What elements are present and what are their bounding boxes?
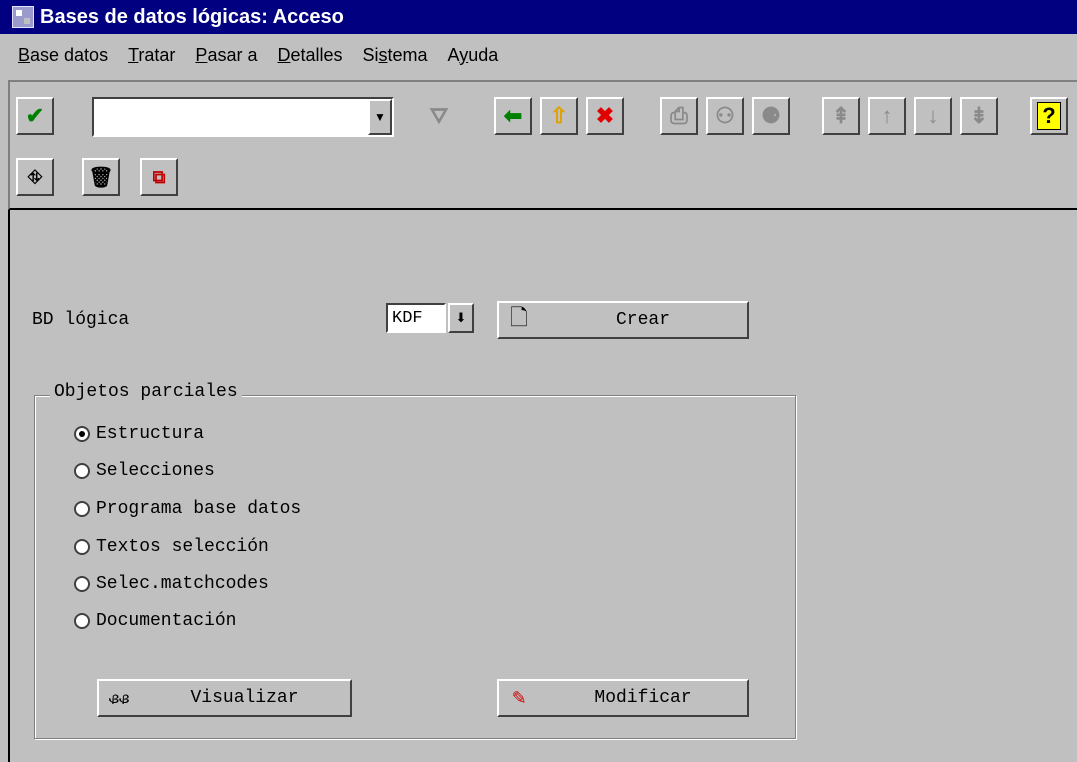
arrow-up-icon: ⇧ — [549, 103, 569, 128]
menu-pasar-a[interactable]: Pasar a — [195, 45, 257, 66]
radio-selecciones[interactable]: Selecciones — [74, 461, 215, 481]
group-title: Objetos parciales — [50, 382, 242, 402]
hierarchy-button[interactable]: ⛗ — [16, 158, 54, 196]
menu-detalles[interactable]: Detalles — [277, 45, 342, 66]
save-icon: ⛛ — [429, 103, 449, 128]
radio-button[interactable] — [74, 463, 90, 479]
next-page-icon: ↓ — [927, 103, 939, 128]
enter-check-button[interactable]: ✔ — [16, 97, 54, 135]
close-icon: ✖ — [595, 103, 615, 128]
copy-button[interactable]: ⧉ — [140, 158, 178, 196]
modify-button[interactable]: ✎ Modificar — [497, 679, 749, 717]
binoculars-icon: ⚇ — [715, 103, 735, 128]
command-dropdown-button[interactable]: ▼ — [368, 99, 392, 135]
print-button[interactable]: ⎙ — [660, 97, 698, 135]
window-title: Bases de datos lógicas: Acceso — [40, 5, 344, 28]
copy-icon: ⧉ — [152, 166, 166, 187]
radio-button[interactable] — [74, 539, 90, 555]
bd-logica-input[interactable]: KDF — [386, 303, 446, 333]
help-button[interactable]: ? — [1030, 97, 1068, 135]
arrow-down-icon: ⬇ — [455, 310, 467, 325]
glasses-icon: ᏸᏸ — [108, 688, 130, 709]
radio-button[interactable] — [74, 576, 90, 592]
new-document-icon: 🗋 — [510, 307, 528, 332]
radio-programa-base-datos[interactable]: Programa base datos — [74, 499, 301, 519]
bd-logica-label: BD lógica — [32, 310, 130, 330]
display-button[interactable]: ᏸᏸ Visualizar — [97, 679, 352, 717]
back-button[interactable]: ⬅ — [494, 97, 532, 135]
menu-tratar[interactable]: Tratar — [128, 45, 175, 66]
sap-logo-icon — [12, 6, 34, 28]
menu-sistema[interactable]: Sistema — [363, 45, 428, 66]
menu-ayuda[interactable]: Ayuda — [448, 45, 499, 66]
previous-page-icon: ↑ — [881, 103, 893, 128]
save-button[interactable]: ⛛ — [420, 97, 458, 135]
radio-documentacion[interactable]: Documentación — [74, 611, 236, 631]
arrow-left-icon: ⬅ — [503, 103, 523, 128]
find-next-icon: ⚈ — [761, 103, 781, 128]
chevron-down-icon: ▼ — [374, 110, 386, 124]
hierarchy-icon: ⛗ — [27, 166, 43, 187]
radio-selec-matchcodes[interactable]: Selec.matchcodes — [74, 574, 269, 594]
find-button[interactable]: ⚇ — [706, 97, 744, 135]
cancel-button[interactable]: ✖ — [586, 97, 624, 135]
delete-button[interactable]: 🗑 — [82, 158, 120, 196]
radio-button[interactable] — [74, 426, 90, 442]
next-page-button[interactable]: ↓ — [914, 97, 952, 135]
command-field[interactable]: ▼ — [92, 97, 394, 137]
bd-logica-dropdown-button[interactable]: ⬇ — [448, 303, 474, 333]
pencil-icon: ✎ — [512, 686, 526, 711]
radio-button[interactable] — [74, 501, 90, 517]
radio-button[interactable] — [74, 613, 90, 629]
menu-base-datos[interactable]: Base datos — [18, 45, 108, 66]
print-icon: ⎙ — [670, 103, 688, 128]
previous-page-button[interactable]: ↑ — [868, 97, 906, 135]
radio-textos-seleccion[interactable]: Textos selección — [74, 537, 269, 557]
exit-button[interactable]: ⇧ — [540, 97, 578, 135]
find-next-button[interactable]: ⚈ — [752, 97, 790, 135]
first-page-icon: ⇞ — [831, 103, 851, 128]
last-page-button[interactable]: ⇟ — [960, 97, 998, 135]
title-bar: Bases de datos lógicas: Acceso — [0, 0, 1077, 34]
menu-bar: Base datos Tratar Pasar a Detalles Siste… — [0, 34, 1077, 76]
trash-icon: 🗑 — [88, 166, 114, 189]
checkmark-icon: ✔ — [25, 103, 45, 128]
radio-estructura[interactable]: Estructura — [74, 424, 204, 444]
help-icon: ? — [1037, 102, 1061, 130]
create-button[interactable]: 🗋 Crear — [497, 301, 749, 339]
first-page-button[interactable]: ⇞ — [822, 97, 860, 135]
last-page-icon: ⇟ — [969, 103, 989, 128]
